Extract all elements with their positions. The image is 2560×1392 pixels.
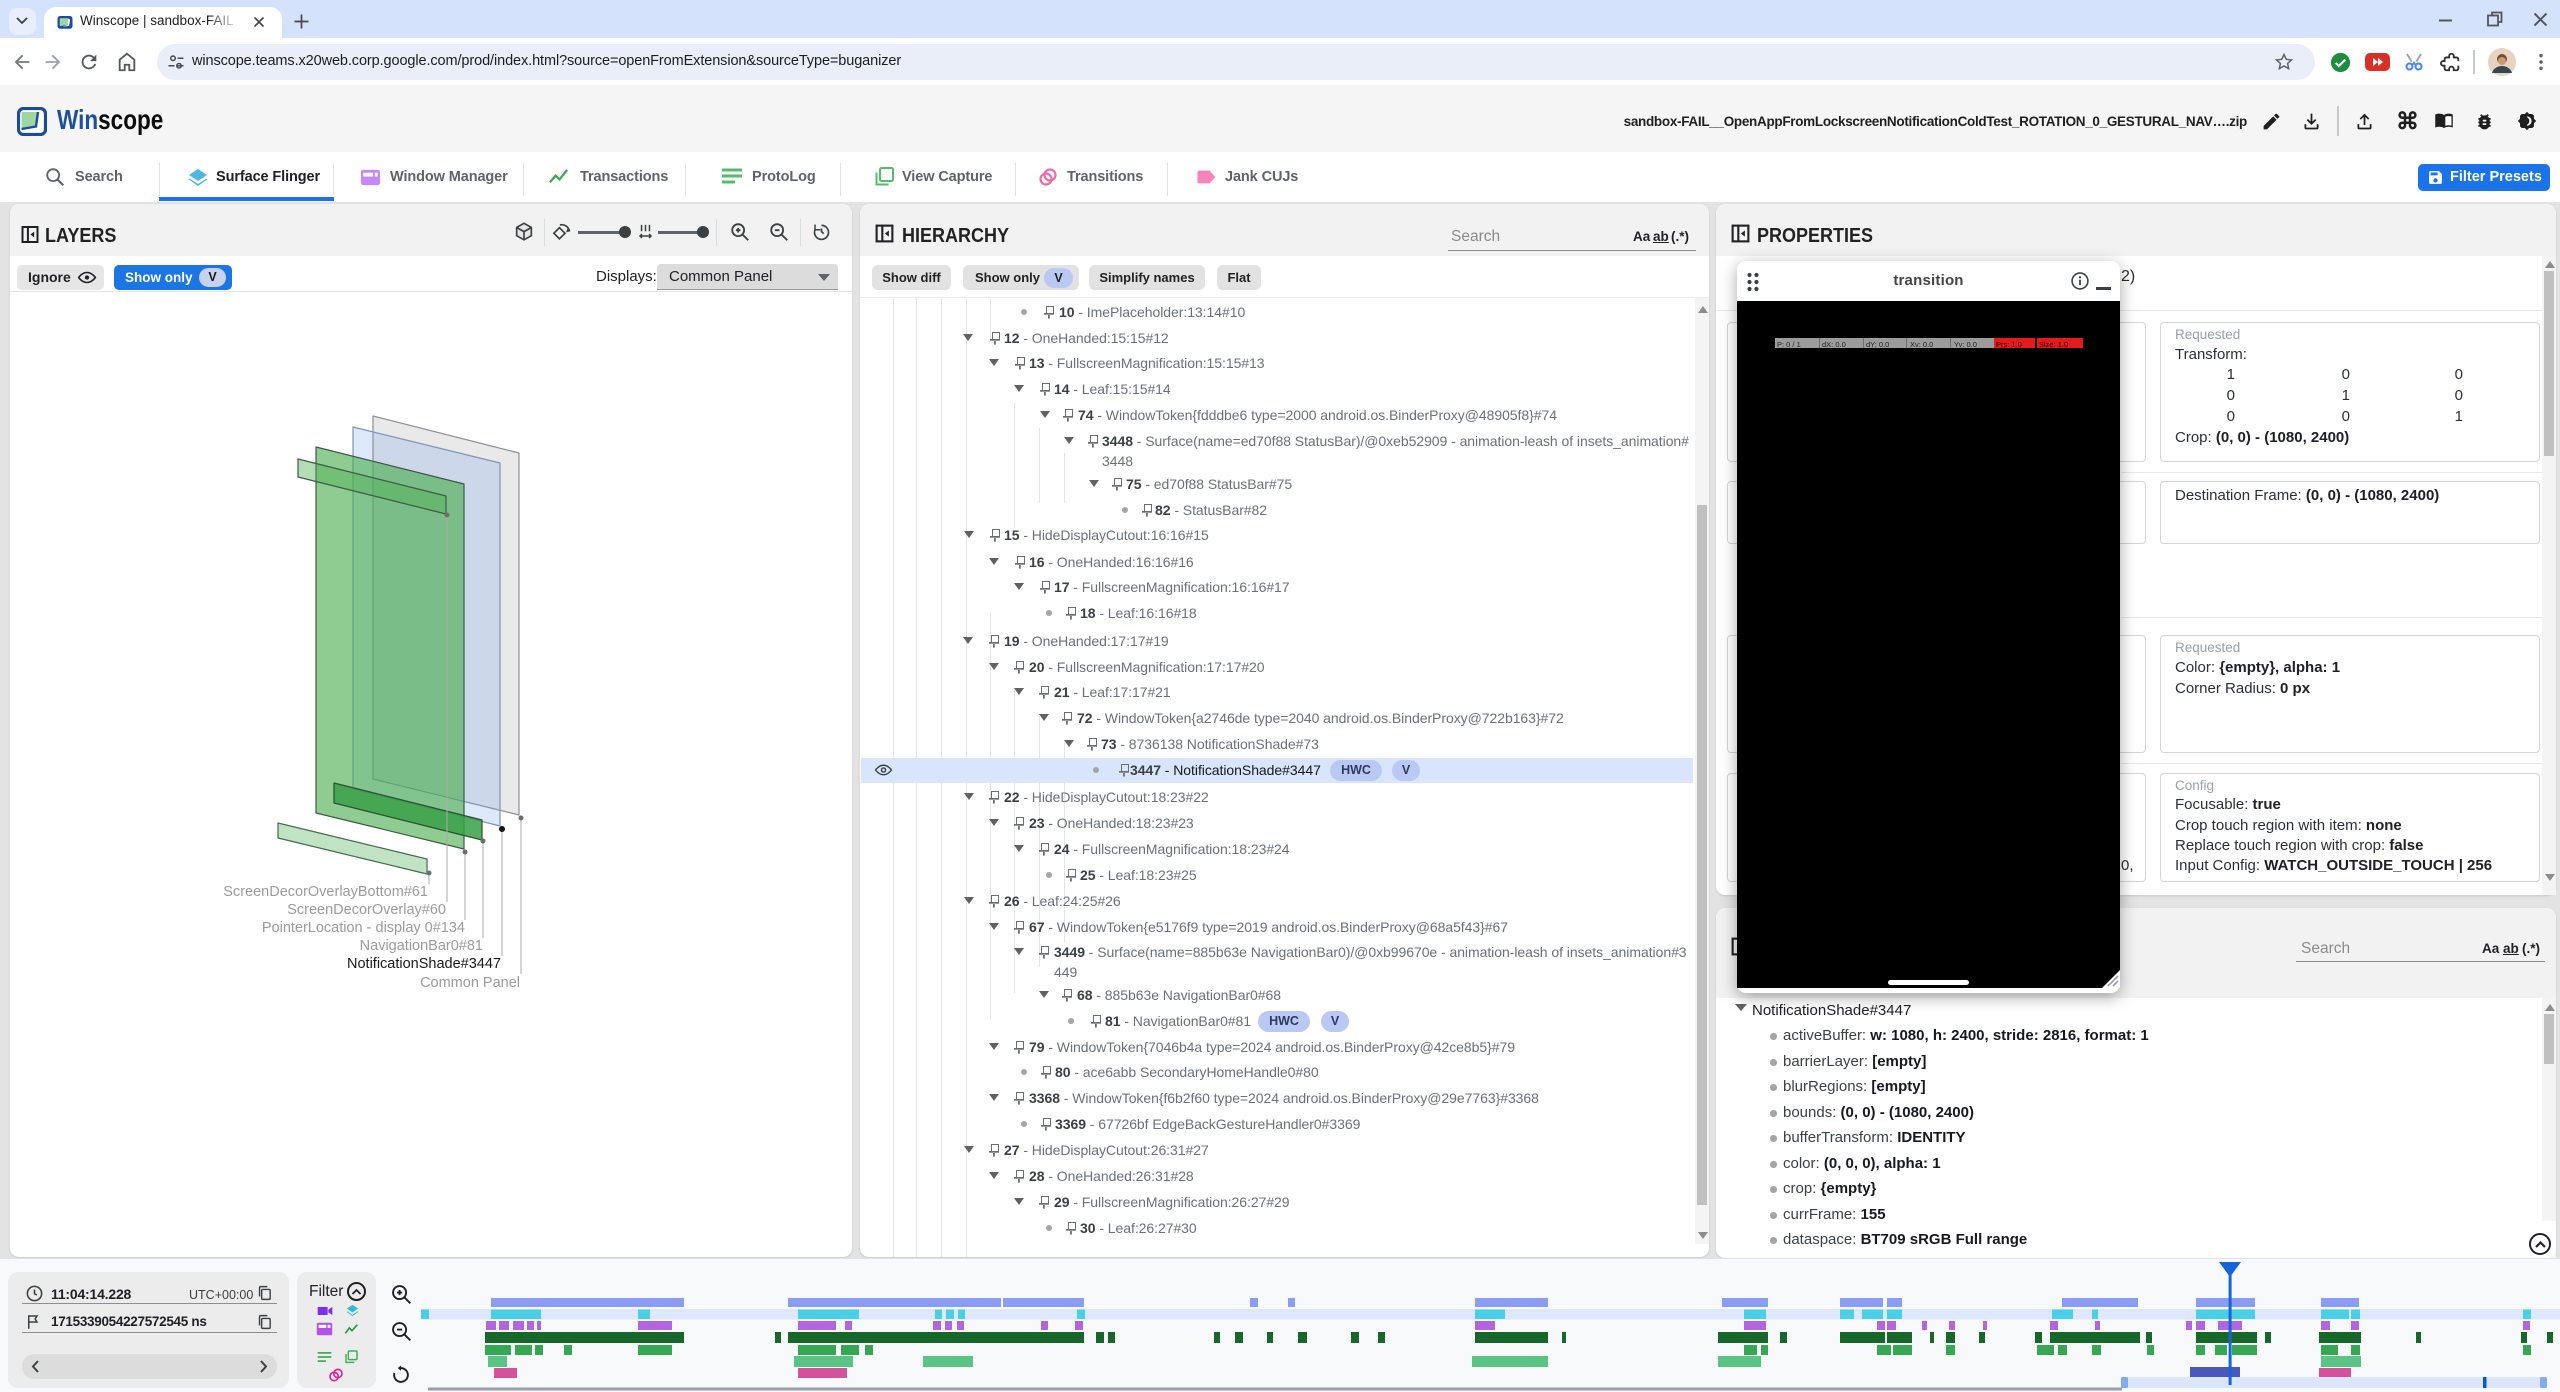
svg-text:NavigationBar0#81: NavigationBar0#81 — [360, 938, 483, 954]
svg-text:ScreenDecorOverlay#60: ScreenDecorOverlay#60 — [287, 902, 446, 918]
svg-text:PointerLocation - display 0#13: PointerLocation - display 0#134 — [262, 920, 465, 936]
svg-text:NotificationShade#3447: NotificationShade#3447 — [347, 956, 501, 972]
svg-text:Common Panel: Common Panel — [420, 975, 520, 991]
svg-text:ScreenDecorOverlayBottom#61: ScreenDecorOverlayBottom#61 — [223, 884, 428, 900]
